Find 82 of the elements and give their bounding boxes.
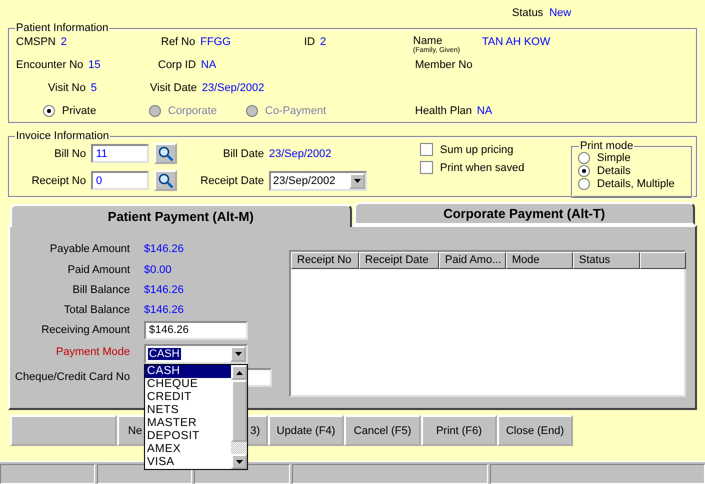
column-header[interactable]: Receipt No [291,252,359,269]
scroll-up-icon [236,370,242,374]
field-label: Bill No [53,148,86,160]
payment-mode-dropdown[interactable]: CASH [144,344,248,364]
field-value: $0.00 [144,264,173,276]
radio-button[interactable] [578,178,590,190]
field-value: 15 [88,58,101,70]
action-button[interactable]: Cancel (F5) [344,415,421,446]
field-value: NA [476,104,492,116]
column-header[interactable]: Status [573,252,640,269]
receipt-date-dropdown[interactable]: 23/Sep/2002 [269,170,367,190]
field-value: TAN AH KOW [482,36,550,48]
group-title: Invoice Information [15,130,110,142]
radio-button[interactable] [578,165,590,177]
field-label: Corp ID [158,58,196,70]
field-label: Receipt No [30,174,86,186]
field-label: ID [304,36,315,48]
tab[interactable]: Patient Payment (Alt-M) [10,204,352,227]
field-label: Payable Amount [48,243,130,255]
option-label: Details [597,165,631,177]
group-title: Patient Information [15,22,110,34]
receipt-no-field[interactable]: 0 [91,171,149,190]
field-label: Bill Balance [72,284,130,296]
action-button[interactable]: Close (End) [497,415,573,446]
option-label: Details, Multiple [597,178,675,190]
checkbox-label: Sum up pricing [440,144,514,156]
lookup-button[interactable] [154,143,177,164]
option-label: Corporate [168,104,217,116]
radio-button[interactable] [578,152,590,164]
checkbox-label: Print when saved [440,162,524,174]
radio-button[interactable] [43,104,55,116]
receiving-amount-field[interactable]: $146.26 [144,320,248,340]
option-label: Simple [597,152,631,164]
field-value: FFGG [200,36,231,48]
field-value: $146.26 [144,304,185,316]
field-label: Visit Date [150,82,197,94]
field-value: NA [200,58,216,70]
field-value: $146.26 [144,284,185,296]
field-label: Member No [415,58,472,70]
field-label: Receipt Date [199,174,264,186]
field-value: 2 [320,36,326,48]
search-icon [158,146,174,162]
action-button[interactable]: Print (F6) [421,415,497,446]
field-label: Payment Mode [55,346,130,358]
field-label: Name [413,35,442,47]
field-label: Total Balance [62,304,130,316]
option-label: Co-Payment [265,104,326,116]
field-label: Health Plan [415,104,472,116]
bill-no-field[interactable]: 11 [91,144,149,163]
checkbox[interactable] [420,143,433,156]
field-label: Visit No [48,82,86,94]
field-label: Encounter No [16,58,84,70]
column-header[interactable]: Mode [506,252,573,269]
field-value: 5 [90,82,97,94]
dropdown-arrow-icon [234,352,242,356]
field-label: Bill Date [222,148,264,160]
blank-button[interactable] [10,415,117,446]
option-label: Private [62,104,96,116]
search-icon [158,172,174,188]
action-button[interactable]: Update (F4) [268,415,344,446]
status-label: Status [512,7,544,21]
field-value: 23/Sep/2002 [202,82,264,94]
field-value: 23/Sep/2002 [269,148,332,160]
column-header[interactable] [640,252,686,269]
lookup-button[interactable] [154,170,177,191]
field-label: Ref No [161,36,196,48]
checkbox[interactable] [420,161,433,174]
dropdown-arrow-icon [354,178,360,182]
list-option[interactable]: CASH [145,365,231,378]
status-value: New [549,7,572,21]
field-value: $146.26 [144,243,185,255]
dropdown-arrow-icon [236,460,242,464]
field-value: 2 [60,36,67,48]
group-title: Print mode [579,140,634,152]
scrollbar[interactable] [231,365,247,469]
field-label: Receiving Amount [40,324,130,336]
column-header[interactable]: Paid Amo... [439,252,506,269]
field-label: Cheque/Credit Card No [14,371,130,383]
column-header[interactable]: Receipt Date [359,252,439,269]
field-label: CMSPN [16,36,56,48]
tab[interactable]: Corporate Payment (Alt-T) [354,202,695,225]
field-label: Paid Amount [66,264,130,276]
